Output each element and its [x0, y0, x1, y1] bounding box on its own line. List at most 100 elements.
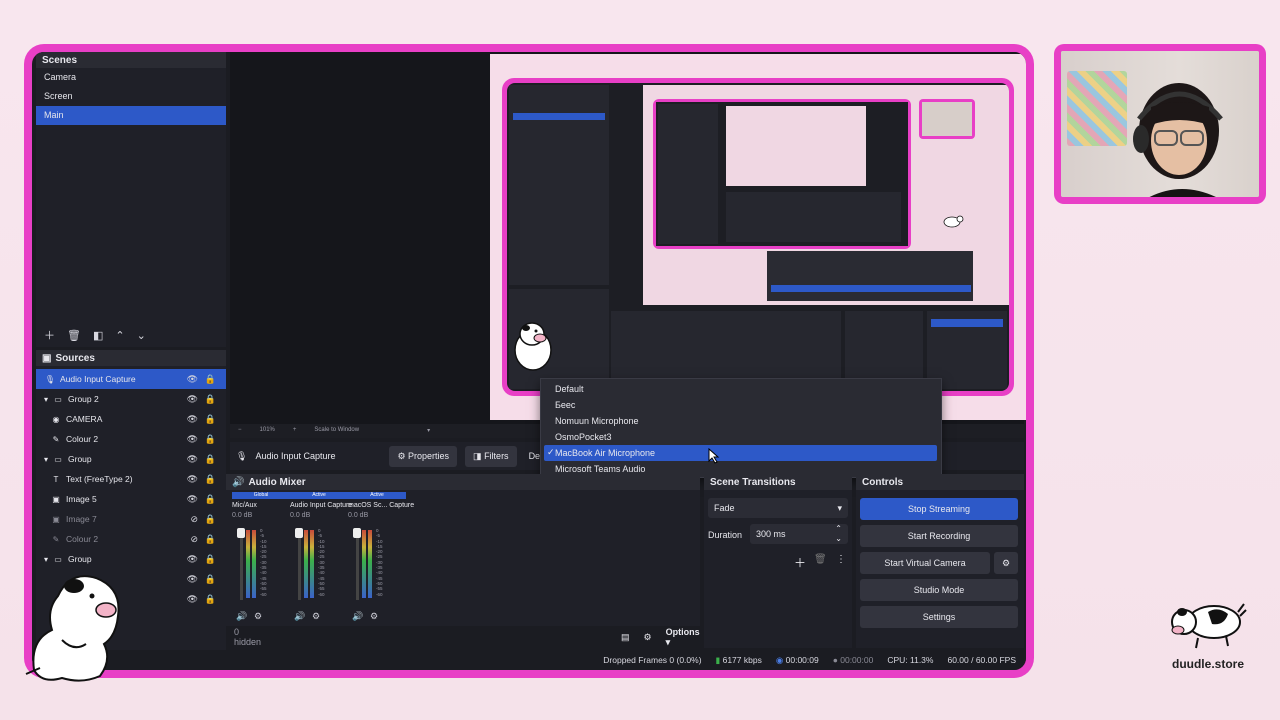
eye-icon[interactable]: 👁 [187, 494, 198, 505]
filters-button[interactable]: ◨ Filters [465, 445, 517, 467]
stream-time-indicator: ◉ 00:00:09 [776, 655, 819, 666]
add-scene-icon[interactable]: ＋ [44, 327, 55, 343]
bitrate-indicator: ▮ 6177 kbps [716, 655, 762, 666]
device-option[interactable]: Default [541, 381, 941, 397]
cpu-usage: CPU: 11.3% [887, 655, 934, 665]
filter-icon[interactable]: ◧ [93, 329, 103, 342]
lock-icon[interactable]: 🔒 [205, 474, 216, 485]
lock-icon[interactable]: 🔒 [205, 434, 216, 445]
source-item[interactable]: T Text (FreeType 2) 👁 🔒 [36, 469, 226, 489]
start-virtual-camera-button[interactable]: Start Virtual Camera [860, 552, 990, 574]
image-icon: ▣ [52, 494, 60, 504]
move-up-icon[interactable]: ⌃ [115, 329, 124, 342]
add-transition-icon[interactable]: ＋ [794, 554, 806, 571]
channel-name[interactable]: macOS Sc... Capture [348, 502, 414, 509]
nested-obs-capture [507, 83, 1009, 391]
stepper-icon[interactable]: ⌃ ⌄ [835, 524, 842, 544]
eye-icon[interactable]: 👁 [187, 594, 198, 605]
meter-scale-tick: -25 [318, 554, 325, 560]
zoom-in-icon[interactable]: + [293, 427, 297, 435]
mute-icon[interactable]: 🔊 [294, 611, 305, 622]
layout-icon[interactable]: ▤ [621, 632, 630, 643]
audio-mixer-title-text: Audio Mixer [248, 476, 306, 488]
eye-icon[interactable]: 👁 [187, 394, 198, 405]
options-button[interactable]: Options ▾ [666, 627, 700, 648]
lock-icon[interactable]: 🔒 [205, 394, 216, 405]
transition-select[interactable]: Fade ▾ [708, 498, 848, 518]
obs-window: Scenes Camera Screen Main ＋ 🗑 ◧ ⌃ ⌄ ▣ Sour… [32, 52, 1026, 670]
remove-scene-icon[interactable]: 🗑 [67, 329, 81, 342]
lock-icon[interactable]: 🔒 [205, 534, 216, 545]
start-recording-button[interactable]: Start Recording [860, 525, 1018, 547]
duration-input[interactable]: 300 ms ⌃ ⌄ [750, 524, 848, 544]
audio-mixer-dock: 🔊 Audio Mixer Global Mic/Aux 0.0 dB 🔊 ⚙ 0… [226, 474, 700, 648]
settings-icon[interactable]: ⚙ [254, 611, 262, 622]
brush-icon: ✎ [52, 434, 60, 444]
settings-icon[interactable]: ⚙ [312, 611, 320, 622]
settings-button[interactable]: Settings [860, 606, 1018, 628]
volume-slider-track[interactable] [356, 528, 359, 600]
channel-volume-db: 0.0 dB [348, 512, 369, 519]
device-option[interactable]: Nomuun Microphone [541, 413, 941, 429]
volume-slider-track[interactable] [298, 528, 301, 600]
mute-icon[interactable]: 🔊 [352, 611, 363, 622]
mute-icon[interactable]: 🔊 [236, 611, 247, 622]
scene-item[interactable]: Main [36, 106, 226, 125]
store-name: duudle.store [1171, 657, 1244, 671]
fps: 60.00 / 60.00 FPS [947, 655, 1016, 665]
scale-mode-select[interactable]: Scale to Window [314, 427, 359, 435]
lock-icon[interactable]: 🔒 [205, 454, 216, 465]
preview-area[interactable] [230, 52, 1026, 424]
device-option[interactable]: Беес [541, 397, 941, 413]
lock-icon[interactable]: 🔒 [205, 574, 216, 585]
source-item[interactable]: ▣ Image 7 ⊘ 🔒 [36, 509, 226, 529]
volume-slider-handle[interactable] [353, 528, 361, 538]
advanced-settings-icon[interactable]: ⚙ [644, 632, 652, 643]
channel-name[interactable]: Mic/Aux [232, 502, 290, 509]
expand-icon[interactable]: ▾ [44, 455, 48, 464]
zoom-out-icon[interactable]: − [238, 427, 242, 435]
eye-icon[interactable]: 👁 [187, 474, 198, 485]
options-label: Options [665, 626, 700, 637]
more-options-icon[interactable]: ⋮ [836, 554, 846, 565]
source-item[interactable]: ▾ ▭ Group 👁 🔒 [36, 449, 226, 469]
source-item[interactable]: ▣ Image 5 👁 🔒 [36, 489, 226, 509]
controls-dock: Controls Stop Streaming Start Recording … [856, 474, 1024, 648]
stop-streaming-button[interactable]: Stop Streaming [860, 498, 1018, 520]
eye-icon[interactable]: 👁 [187, 414, 198, 425]
lock-icon[interactable]: 🔒 [205, 414, 216, 425]
eye-icon[interactable]: 👁 [187, 454, 198, 465]
eye-closed-icon[interactable]: ⊘ [190, 514, 198, 525]
source-item[interactable]: ✎ Colour 2 👁 🔒 [36, 429, 226, 449]
source-item[interactable]: 🎙 Audio Input Capture 👁 🔒 [36, 369, 226, 389]
volume-slider-track[interactable] [240, 528, 243, 600]
channel-name[interactable]: Audio Input Capture [290, 502, 352, 509]
device-option[interactable]: ✓ MacBook Air Microphone [544, 445, 937, 461]
scene-item[interactable]: Camera [36, 68, 226, 87]
device-dropdown-menu[interactable]: Default Беес Nomuun Microphone OsmoPocket3 ✓… [540, 378, 942, 478]
properties-button[interactable]: ⚙ Properties [389, 445, 458, 467]
device-option[interactable]: OsmoPocket3 [541, 429, 941, 445]
source-item[interactable]: ◉ CAMERA 👁 🔒 [36, 409, 226, 429]
lock-icon[interactable]: 🔒 [205, 374, 216, 385]
expand-icon[interactable]: ▾ [44, 395, 48, 404]
virtual-camera-settings-button[interactable]: ⚙ [994, 552, 1018, 574]
eye-icon[interactable]: 👁 [187, 374, 198, 385]
eye-icon[interactable]: 👁 [187, 554, 198, 565]
volume-slider-handle[interactable] [295, 528, 303, 538]
source-item[interactable]: ▾ ▭ Group 2 👁 🔒 [36, 389, 226, 409]
source-item[interactable]: ✎ Colour 2 ⊘ 🔒 [36, 529, 226, 549]
move-down-icon[interactable]: ⌄ [137, 329, 146, 342]
eye-icon[interactable]: 👁 [187, 434, 198, 445]
settings-icon[interactable]: ⚙ [370, 611, 378, 622]
lock-icon[interactable]: 🔒 [205, 514, 216, 525]
remove-transition-icon[interactable]: 🗑 [814, 554, 827, 565]
studio-mode-button[interactable]: Studio Mode [860, 579, 1018, 601]
lock-icon[interactable]: 🔒 [205, 594, 216, 605]
volume-slider-handle[interactable] [237, 528, 245, 538]
lock-icon[interactable]: 🔒 [205, 554, 216, 565]
lock-icon[interactable]: 🔒 [205, 494, 216, 505]
eye-closed-icon[interactable]: ⊘ [190, 534, 198, 545]
scene-item[interactable]: Screen [36, 87, 226, 106]
eye-icon[interactable]: 👁 [187, 574, 198, 585]
